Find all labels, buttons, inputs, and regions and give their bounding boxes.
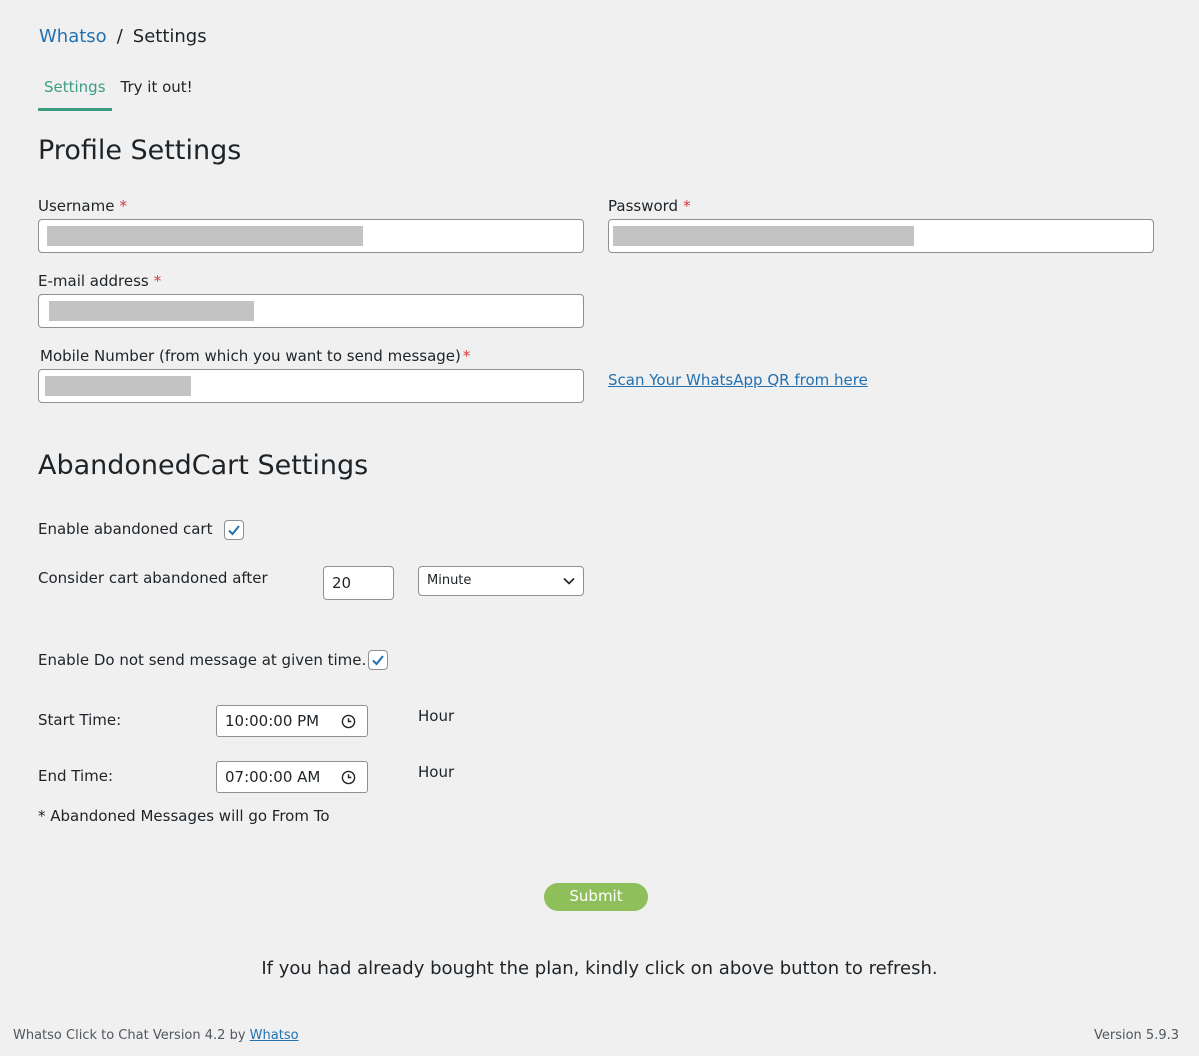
breadcrumb-current: Settings (132, 26, 207, 47)
mobile-label-text: Mobile Number (from which you want to se… (40, 347, 461, 365)
required-mark: * (683, 197, 691, 215)
footer-version: Version 5.9.3 (1093, 1028, 1179, 1043)
end-time-value: 07:00:00 AM (225, 768, 321, 786)
footer-whatso-link[interactable]: Whatso (250, 1028, 299, 1043)
username-label-text: Username (38, 197, 115, 215)
required-mark: * (119, 197, 127, 215)
required-mark: * (462, 347, 471, 365)
tab-try-it-out[interactable]: Try it out! (115, 76, 199, 111)
password-label: Password * (608, 197, 691, 215)
username-label: Username * (38, 197, 127, 215)
chevron-down-icon (563, 577, 575, 585)
breadcrumb-root-link[interactable]: Whatso (39, 26, 107, 47)
start-hour-label: Hour (418, 707, 455, 725)
dnd-label: Enable Do not send message at given time… (38, 651, 367, 669)
tab-settings[interactable]: Settings (38, 76, 112, 111)
clock-icon[interactable] (341, 770, 356, 785)
redacted-value (49, 301, 254, 321)
start-time-value: 10:00:00 PM (225, 712, 320, 730)
email-label-text: E-mail address (38, 272, 149, 290)
username-input[interactable] (38, 219, 584, 253)
tab-bar: Settings Try it out! (38, 76, 202, 111)
redacted-value (45, 376, 191, 396)
time-unit-select[interactable]: Minute (418, 566, 584, 596)
required-mark: * (153, 272, 162, 290)
consider-after-label: Consider cart abandoned after (38, 569, 268, 587)
scan-qr-link[interactable]: Scan Your WhatsApp QR from here (608, 371, 868, 389)
dnd-checkbox[interactable] (368, 650, 388, 670)
breadcrumb-separator: / (116, 26, 123, 47)
email-label: E-mail address * (38, 272, 161, 290)
checkmark-icon (228, 525, 240, 536)
end-time-label: End Time: (38, 767, 114, 785)
footer-credit-text: Whatso Click to Chat Version 4.2 by (13, 1028, 246, 1043)
start-time-input[interactable]: 10:00:00 PM (216, 705, 368, 737)
redacted-value (47, 226, 363, 246)
profile-settings-heading: Profile Settings (38, 135, 242, 166)
abandon-delay-input[interactable]: 20 (323, 566, 394, 600)
mobile-label: Mobile Number (from which you want to se… (40, 347, 470, 365)
end-time-input[interactable]: 07:00:00 AM (216, 761, 368, 793)
mobile-input[interactable] (38, 369, 584, 403)
settings-page: Whatso / Settings Settings Try it out! Pro… (0, 0, 1199, 1056)
refresh-note: If you had already bought the plan, kind… (261, 958, 938, 979)
enable-cart-checkbox[interactable] (224, 520, 244, 540)
abandoned-cart-heading: AbandonedCart Settings (38, 450, 369, 481)
abandoned-messages-note: * Abandoned Messages will go From To (38, 807, 330, 825)
footer-credit: Whatso Click to Chat Version 4.2 by What… (13, 1028, 299, 1043)
submit-button[interactable]: Submit (544, 883, 648, 911)
email-input[interactable] (38, 294, 584, 328)
enable-cart-label: Enable abandoned cart (38, 520, 213, 538)
password-label-text: Password (608, 197, 679, 215)
breadcrumb: Whatso / Settings (39, 26, 207, 47)
checkmark-icon (372, 655, 384, 666)
password-input[interactable] (608, 219, 1154, 253)
redacted-value (613, 226, 914, 246)
clock-icon[interactable] (341, 714, 356, 729)
time-unit-selected: Minute (427, 573, 472, 588)
end-hour-label: Hour (418, 763, 455, 781)
start-time-label: Start Time: (38, 711, 122, 729)
